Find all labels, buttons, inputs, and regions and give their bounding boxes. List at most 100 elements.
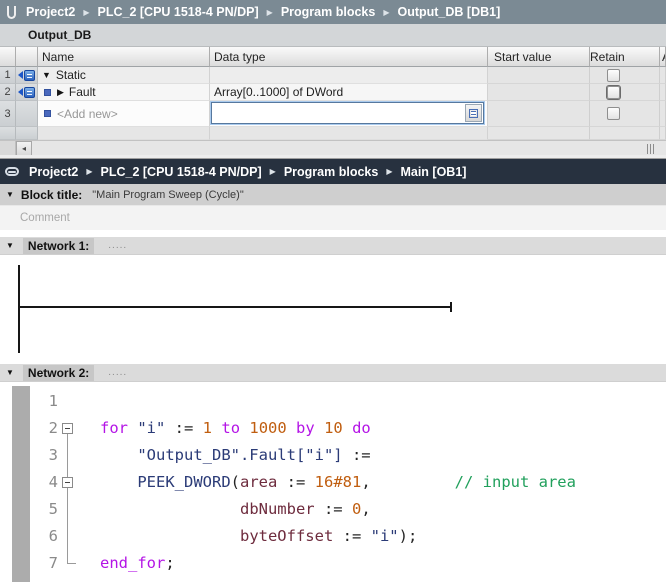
table-row[interactable]: 2 ▶ Fault Array[0..1000] of DWord <box>0 84 666 101</box>
code-line[interactable]: 5 dbNumber := 0, <box>0 496 666 523</box>
data-type-cell[interactable] <box>210 67 488 84</box>
retain-checkbox[interactable] <box>607 69 620 82</box>
scroll-left-button[interactable]: ◂ <box>16 141 32 156</box>
block-comment-row[interactable]: Comment <box>0 206 666 230</box>
breadcrumb-main-ob1[interactable]: Main [OB1] <box>400 165 466 179</box>
tia-portal-window: Project2 ▶ PLC_2 [CPU 1518-4 PN/DP] ▶ Pr… <box>0 0 666 587</box>
code-text[interactable]: for "i" := 1 to 1000 by 10 do <box>58 415 371 442</box>
line-number: 4 <box>30 469 58 496</box>
retain-cell <box>590 67 660 84</box>
variable-name: Fault <box>69 85 96 99</box>
table-row[interactable]: 1 ▼ Static <box>0 67 666 84</box>
scrollbar-grip-icon[interactable] <box>647 144 654 154</box>
empty-cell <box>38 127 210 140</box>
breadcrumb-project[interactable]: Project2 <box>29 165 78 179</box>
network1-header[interactable]: ▼ Network 1: ..... <box>0 237 666 255</box>
network1-label[interactable]: Network 1: <box>23 238 94 254</box>
line-number: 5 <box>30 496 58 523</box>
fold-toggle-icon[interactable] <box>62 477 73 488</box>
code-line[interactable]: 2for "i" := 1 to 1000 by 10 do <box>0 415 666 442</box>
line-number: 6 <box>30 523 58 550</box>
empty-cell <box>488 127 590 140</box>
row-number: 3 <box>0 101 16 127</box>
retain-cell <box>590 84 660 101</box>
code-line[interactable]: 7end_for; <box>0 550 666 577</box>
network2-label[interactable]: Network 2: <box>23 365 94 381</box>
code-text[interactable]: byteOffset := "i"); <box>58 523 417 550</box>
retain-checkbox[interactable] <box>607 107 620 120</box>
member-bullet-icon <box>44 89 51 96</box>
breadcrumb-plc[interactable]: PLC_2 [CPU 1518-4 PN/DP] <box>98 5 259 19</box>
empty-cell <box>210 127 488 140</box>
table-row-add-new[interactable]: 3 <Add new> <box>0 101 666 127</box>
collapse-triangle-icon[interactable]: ▼ <box>6 190 14 199</box>
header-name[interactable]: Name <box>38 47 210 67</box>
header-row-number <box>0 47 16 67</box>
ob-editor-breadcrumb-bar: Project2 ▶ PLC_2 [CPU 1518-4 PN/DP] ▶ Pr… <box>0 159 666 184</box>
breadcrumb-plc[interactable]: PLC_2 [CPU 1518-4 PN/DP] <box>101 165 262 179</box>
clip-icon <box>5 167 19 176</box>
row-icon-cell <box>16 127 38 140</box>
scl-code-editor[interactable]: 12for "i" := 1 to 1000 by 10 do3 "Output… <box>0 382 666 587</box>
collapse-triangle-icon[interactable]: ▼ <box>6 241 14 250</box>
retain-cell <box>590 101 660 127</box>
header-icon-col <box>16 47 38 67</box>
table-header-row: Name Data type Start value Retain A <box>0 47 666 67</box>
db-variable-icon <box>18 70 35 81</box>
row-icon-cell <box>16 84 38 101</box>
add-new-label: <Add new> <box>57 107 118 121</box>
db-variable-icon <box>18 87 35 98</box>
row-number: 2 <box>0 84 16 101</box>
db-title: Output_DB <box>28 28 91 42</box>
data-type-cell-editing <box>210 101 488 127</box>
network2-header[interactable]: ▼ Network 2: ..... <box>0 364 666 382</box>
combobox-dropdown-button[interactable] <box>465 104 482 122</box>
code-line[interactable]: 4 PEEK_DWORD(area := 16#81, // input are… <box>0 469 666 496</box>
header-retain[interactable]: Retain <box>590 47 660 67</box>
expand-triangle-icon[interactable]: ▶ <box>57 87 64 98</box>
data-type-cell[interactable]: Array[0..1000] of DWord <box>210 84 488 101</box>
code-text[interactable]: dbNumber := 0, <box>58 496 371 523</box>
rung-line <box>18 306 452 308</box>
scrollbar-corner <box>0 141 16 156</box>
breadcrumb-program-blocks[interactable]: Program blocks <box>281 5 375 19</box>
code-lines[interactable]: 12for "i" := 1 to 1000 by 10 do3 "Output… <box>0 388 666 577</box>
name-cell-fault[interactable]: ▶ Fault <box>38 84 210 101</box>
type-list-icon <box>469 109 478 118</box>
row-icon-cell <box>16 67 38 84</box>
scrollbar-track[interactable] <box>32 141 666 156</box>
chevron-right-icon: ▶ <box>383 8 389 17</box>
code-text[interactable] <box>58 388 100 415</box>
db-editor-title-row: Output_DB <box>0 24 666 47</box>
retain-checkbox[interactable] <box>607 86 620 99</box>
breadcrumb-output-db[interactable]: Output_DB [DB1] <box>397 5 500 19</box>
code-text[interactable]: PEEK_DWORD(area := 16#81, // input area <box>58 469 576 496</box>
header-cut-column: A <box>660 47 666 67</box>
collapse-triangle-icon[interactable]: ▼ <box>6 368 14 377</box>
rung-end-tick <box>450 302 452 312</box>
data-type-combobox[interactable] <box>211 102 484 124</box>
network1-ladder-canvas[interactable] <box>0 255 666 363</box>
pin-icon <box>7 6 16 19</box>
horizontal-scrollbar[interactable]: ◂ <box>0 140 666 156</box>
breadcrumb-project[interactable]: Project2 <box>26 5 75 19</box>
code-line[interactable]: 6 byteOffset := "i"); <box>0 523 666 550</box>
block-title-value[interactable]: "Main Program Sweep (Cycle)" <box>92 189 243 201</box>
code-text[interactable]: "Output_DB".Fault["i"] := <box>58 442 371 469</box>
row-number-empty <box>0 127 16 140</box>
code-line[interactable]: 3 "Output_DB".Fault["i"] := <box>0 442 666 469</box>
network2-comment-dots[interactable]: ..... <box>108 367 127 378</box>
chevron-right-icon: ▶ <box>83 8 89 17</box>
collapse-triangle-icon[interactable]: ▼ <box>42 70 51 80</box>
code-line[interactable]: 1 <box>0 388 666 415</box>
network1-comment-dots[interactable]: ..... <box>108 240 127 251</box>
header-start-value[interactable]: Start value <box>488 47 590 67</box>
name-cell-static[interactable]: ▼ Static <box>38 67 210 84</box>
block-title-label: Block title: <box>21 188 82 202</box>
name-cell-add-new[interactable]: <Add new> <box>38 101 210 127</box>
fold-toggle-icon[interactable] <box>62 423 73 434</box>
line-number: 3 <box>30 442 58 469</box>
breadcrumb-program-blocks[interactable]: Program blocks <box>284 165 378 179</box>
db-editor-breadcrumb-bar: Project2 ▶ PLC_2 [CPU 1518-4 PN/DP] ▶ Pr… <box>0 0 666 24</box>
header-data-type[interactable]: Data type <box>210 47 488 67</box>
